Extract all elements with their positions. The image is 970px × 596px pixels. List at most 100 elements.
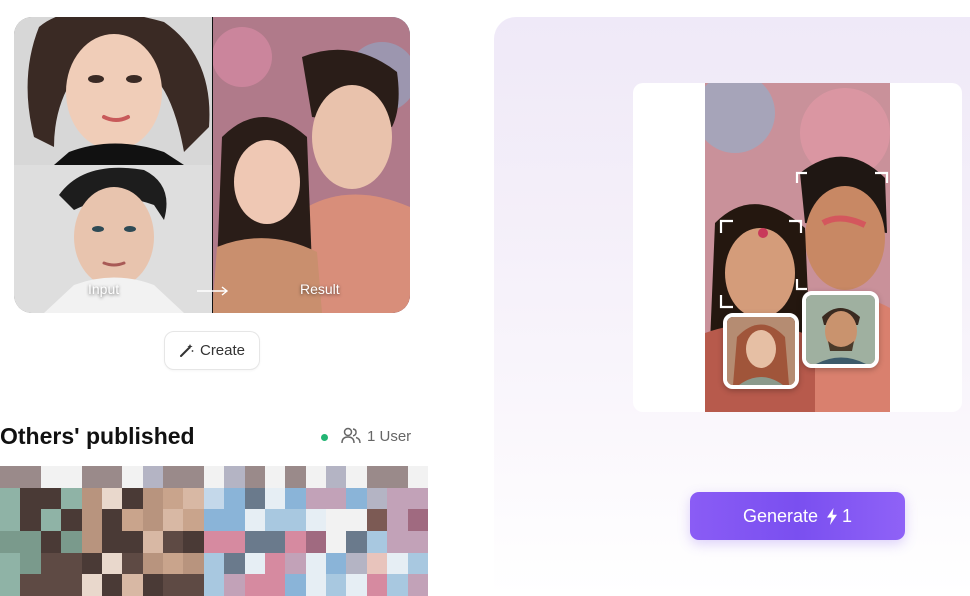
blur-pixel bbox=[264, 509, 286, 531]
blur-pixel bbox=[101, 530, 123, 553]
blur-pixel bbox=[264, 574, 286, 596]
blur-pixel bbox=[285, 466, 306, 488]
blur-pixel bbox=[101, 509, 123, 531]
blur-pixel bbox=[101, 466, 123, 488]
blur-pixel bbox=[244, 487, 265, 510]
blur-pixel bbox=[203, 487, 225, 510]
blur-pixel bbox=[346, 552, 367, 575]
blur-pixel bbox=[346, 509, 367, 531]
blur-pixel bbox=[81, 487, 102, 510]
blur-pixel bbox=[224, 509, 245, 531]
users-count: 1 User bbox=[367, 428, 412, 445]
blur-pixel bbox=[81, 530, 102, 553]
blur-pixel bbox=[264, 466, 286, 488]
blur-pixel bbox=[244, 509, 265, 531]
blur-pixel bbox=[407, 552, 428, 575]
blur-pixel bbox=[142, 574, 164, 596]
blur-pixel bbox=[163, 466, 184, 488]
lightning-icon bbox=[827, 507, 838, 525]
blur-pixel bbox=[40, 509, 62, 531]
blur-pixel bbox=[81, 574, 102, 596]
blur-pixel bbox=[346, 487, 367, 510]
generate-cost: 1 bbox=[842, 505, 853, 526]
blur-pixel bbox=[224, 574, 245, 596]
result-label: Result bbox=[300, 281, 340, 297]
blur-pixel bbox=[326, 552, 347, 575]
blur-pixel bbox=[387, 487, 408, 510]
blur-pixel bbox=[142, 552, 164, 575]
blur-pixel bbox=[142, 466, 164, 488]
magic-wand-icon bbox=[179, 344, 194, 357]
blur-pixel bbox=[326, 487, 347, 510]
source-face-thumbnail-1[interactable] bbox=[723, 313, 799, 389]
blur-pixel bbox=[61, 509, 82, 531]
blur-pixel bbox=[163, 552, 184, 575]
blur-pixel bbox=[224, 466, 245, 488]
blur-pixel bbox=[81, 466, 102, 488]
blur-pixel bbox=[142, 530, 164, 553]
blur-pixel bbox=[61, 466, 82, 488]
blur-pixel bbox=[407, 530, 428, 553]
card-divider bbox=[212, 17, 213, 313]
blur-pixel bbox=[305, 552, 327, 575]
blur-pixel bbox=[203, 530, 225, 553]
blur-pixel bbox=[305, 574, 327, 596]
blur-pixel bbox=[366, 530, 388, 553]
blur-pixel bbox=[183, 530, 204, 553]
blur-pixel bbox=[163, 530, 184, 553]
blur-pixel bbox=[0, 466, 21, 488]
blur-pixel bbox=[387, 466, 408, 488]
blur-pixel bbox=[122, 574, 143, 596]
blur-pixel bbox=[163, 509, 184, 531]
blur-pixel bbox=[264, 530, 286, 553]
blur-pixel bbox=[183, 509, 204, 531]
blur-pixel bbox=[40, 552, 62, 575]
online-indicator bbox=[321, 434, 328, 441]
create-button[interactable]: Create bbox=[164, 331, 260, 370]
blur-pixel bbox=[183, 574, 204, 596]
blur-pixel bbox=[40, 466, 62, 488]
blur-pixel bbox=[20, 574, 41, 596]
blur-pixel bbox=[163, 574, 184, 596]
blur-pixel bbox=[366, 552, 388, 575]
source-face-thumbnail-2[interactable] bbox=[802, 291, 879, 368]
blur-pixel bbox=[407, 574, 428, 596]
blur-pixel bbox=[101, 552, 123, 575]
generate-button[interactable]: Generate 1 bbox=[690, 492, 905, 540]
blur-pixel bbox=[326, 574, 347, 596]
blur-pixel bbox=[142, 487, 164, 510]
blur-pixel bbox=[244, 552, 265, 575]
arrow-right-icon bbox=[197, 286, 229, 296]
generate-button-label: Generate bbox=[742, 505, 819, 526]
blur-pixel bbox=[122, 487, 143, 510]
blur-pixel bbox=[183, 487, 204, 510]
blur-pixel bbox=[0, 509, 21, 531]
blur-pixel bbox=[326, 530, 347, 553]
blur-pixel bbox=[387, 552, 408, 575]
blur-pixel bbox=[20, 466, 41, 488]
blur-pixel bbox=[326, 466, 347, 488]
blur-pixel bbox=[407, 487, 428, 510]
blur-pixel bbox=[224, 530, 245, 553]
blur-pixel bbox=[285, 574, 306, 596]
blur-pixel bbox=[387, 530, 408, 553]
blur-pixel bbox=[285, 487, 306, 510]
blur-pixel bbox=[81, 509, 102, 531]
blur-pixel bbox=[203, 509, 225, 531]
blur-pixel bbox=[61, 487, 82, 510]
blur-pixel bbox=[122, 530, 143, 553]
blur-pixel bbox=[20, 552, 41, 575]
blur-pixel bbox=[224, 552, 245, 575]
example-card: Input Result bbox=[14, 17, 410, 313]
blur-pixel bbox=[61, 530, 82, 553]
blur-pixel bbox=[183, 552, 204, 575]
blur-pixel bbox=[326, 509, 347, 531]
blur-pixel bbox=[305, 530, 327, 553]
blur-pixel bbox=[203, 466, 225, 488]
published-item-blurred[interactable] bbox=[0, 466, 428, 596]
blur-pixel bbox=[366, 487, 388, 510]
blur-pixel bbox=[101, 574, 123, 596]
blur-pixel bbox=[81, 552, 102, 575]
blur-pixel bbox=[61, 574, 82, 596]
blur-pixel bbox=[40, 487, 62, 510]
